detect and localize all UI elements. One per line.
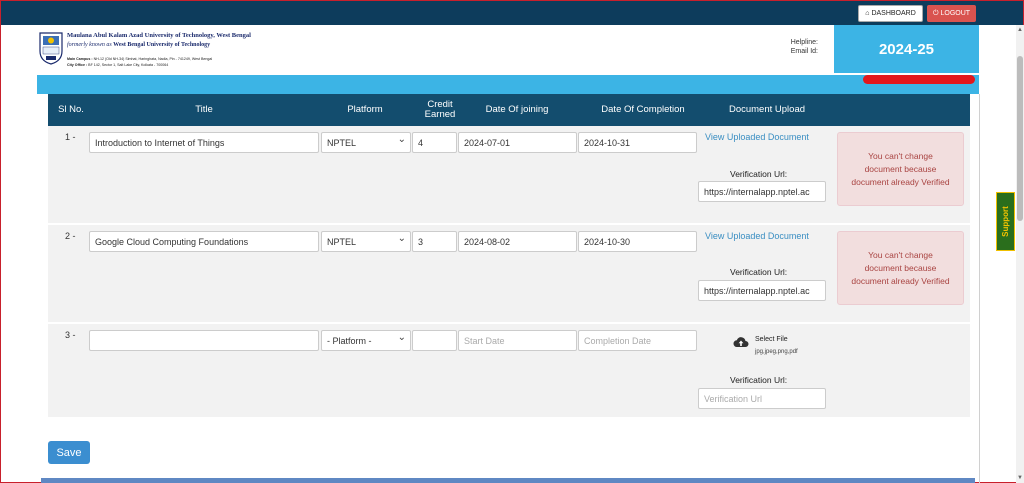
credit-input[interactable] — [412, 330, 457, 351]
content-border — [979, 94, 980, 483]
row-number: 3 - — [65, 330, 76, 340]
start-date-input[interactable]: 2024-07-01 — [458, 132, 577, 153]
redaction-mark — [863, 75, 975, 84]
verified-alert: You can't change document because docume… — [837, 132, 964, 206]
university-logo — [39, 32, 63, 65]
logout-button[interactable]: ⏻ LOGOUT — [927, 5, 976, 22]
bottom-section-bar — [41, 478, 975, 483]
verification-url-label: Verification Url: — [730, 169, 788, 179]
home-icon: ⌂ — [865, 10, 870, 17]
credit-input[interactable]: 3 — [412, 231, 457, 252]
verification-url-label: Verification Url: — [730, 267, 788, 277]
dashboard-button[interactable]: ⌂ DASHBOARD — [858, 5, 923, 22]
header-document-upload: Document Upload — [728, 104, 806, 115]
header-slno: Sl No. — [58, 104, 84, 115]
verification-url-input[interactable]: https://internalapp.nptel.ac — [698, 181, 826, 202]
scroll-down-icon[interactable]: ▼ — [1017, 475, 1023, 481]
session-year-box: 2024-25 — [834, 25, 979, 73]
title-input[interactable]: Introduction to Internet of Things — [89, 132, 319, 153]
table-header: Sl No. Title Platform Credit Earned Date… — [48, 94, 970, 126]
scrollbar-thumb[interactable] — [1017, 56, 1023, 221]
university-name: Maulana Abul Kalam Azad University of Te… — [67, 32, 251, 39]
formerly-known-as: formerly known as West Bengal University… — [67, 42, 211, 48]
save-button[interactable]: Save — [48, 441, 90, 464]
verification-url-input[interactable]: https://internalapp.nptel.ac — [698, 280, 826, 301]
start-date-input[interactable]: 2024-08-02 — [458, 231, 577, 252]
row-number: 1 - — [65, 132, 76, 142]
platform-select[interactable]: - Platform - — [321, 330, 411, 351]
view-uploaded-document-link[interactable]: View Uploaded Document — [705, 132, 809, 142]
title-input[interactable]: Google Cloud Computing Foundations — [89, 231, 319, 252]
support-tab[interactable]: Support — [996, 192, 1015, 251]
view-uploaded-document-link[interactable]: View Uploaded Document — [705, 231, 809, 241]
platform-select[interactable]: NPTEL — [321, 132, 411, 153]
city-office-address: City Office : BF 142, Sector 1, Salt Lak… — [67, 63, 169, 67]
helpline-info: Helpline: Email Id: — [790, 39, 818, 55]
cloud-upload-icon[interactable] — [733, 335, 749, 349]
header-platform: Platform — [347, 104, 383, 115]
scroll-up-icon[interactable]: ▲ — [1017, 27, 1023, 33]
title-input[interactable] — [89, 330, 319, 351]
accent-strip — [37, 75, 979, 94]
completion-date-input[interactable]: 2024-10-31 — [578, 132, 697, 153]
header-title: Title — [195, 104, 213, 115]
completion-date-input[interactable]: 2024-10-30 — [578, 231, 697, 252]
header-date-of-completion: Date Of Completion — [601, 104, 685, 115]
allowed-file-types: jpg,jpeg,png,pdf — [755, 349, 798, 355]
credit-input[interactable]: 4 — [412, 132, 457, 153]
select-file-button[interactable]: Select File — [755, 336, 788, 343]
main-campus-address: Main Campus : NH-12 (Old NH-34) Simhat, … — [67, 57, 213, 61]
platform-select[interactable]: NPTEL — [321, 231, 411, 252]
verification-url-label: Verification Url: — [730, 375, 788, 385]
verified-alert: You can't change document because docume… — [837, 231, 964, 305]
header-date-of-joining: Date Of joining — [485, 104, 549, 115]
completion-date-input[interactable]: Completion Date — [578, 330, 697, 351]
row-number: 2 - — [65, 231, 76, 241]
power-icon: ⏻ — [932, 9, 939, 17]
verification-url-input[interactable]: Verification Url — [698, 388, 826, 409]
start-date-input[interactable]: Start Date — [458, 330, 577, 351]
